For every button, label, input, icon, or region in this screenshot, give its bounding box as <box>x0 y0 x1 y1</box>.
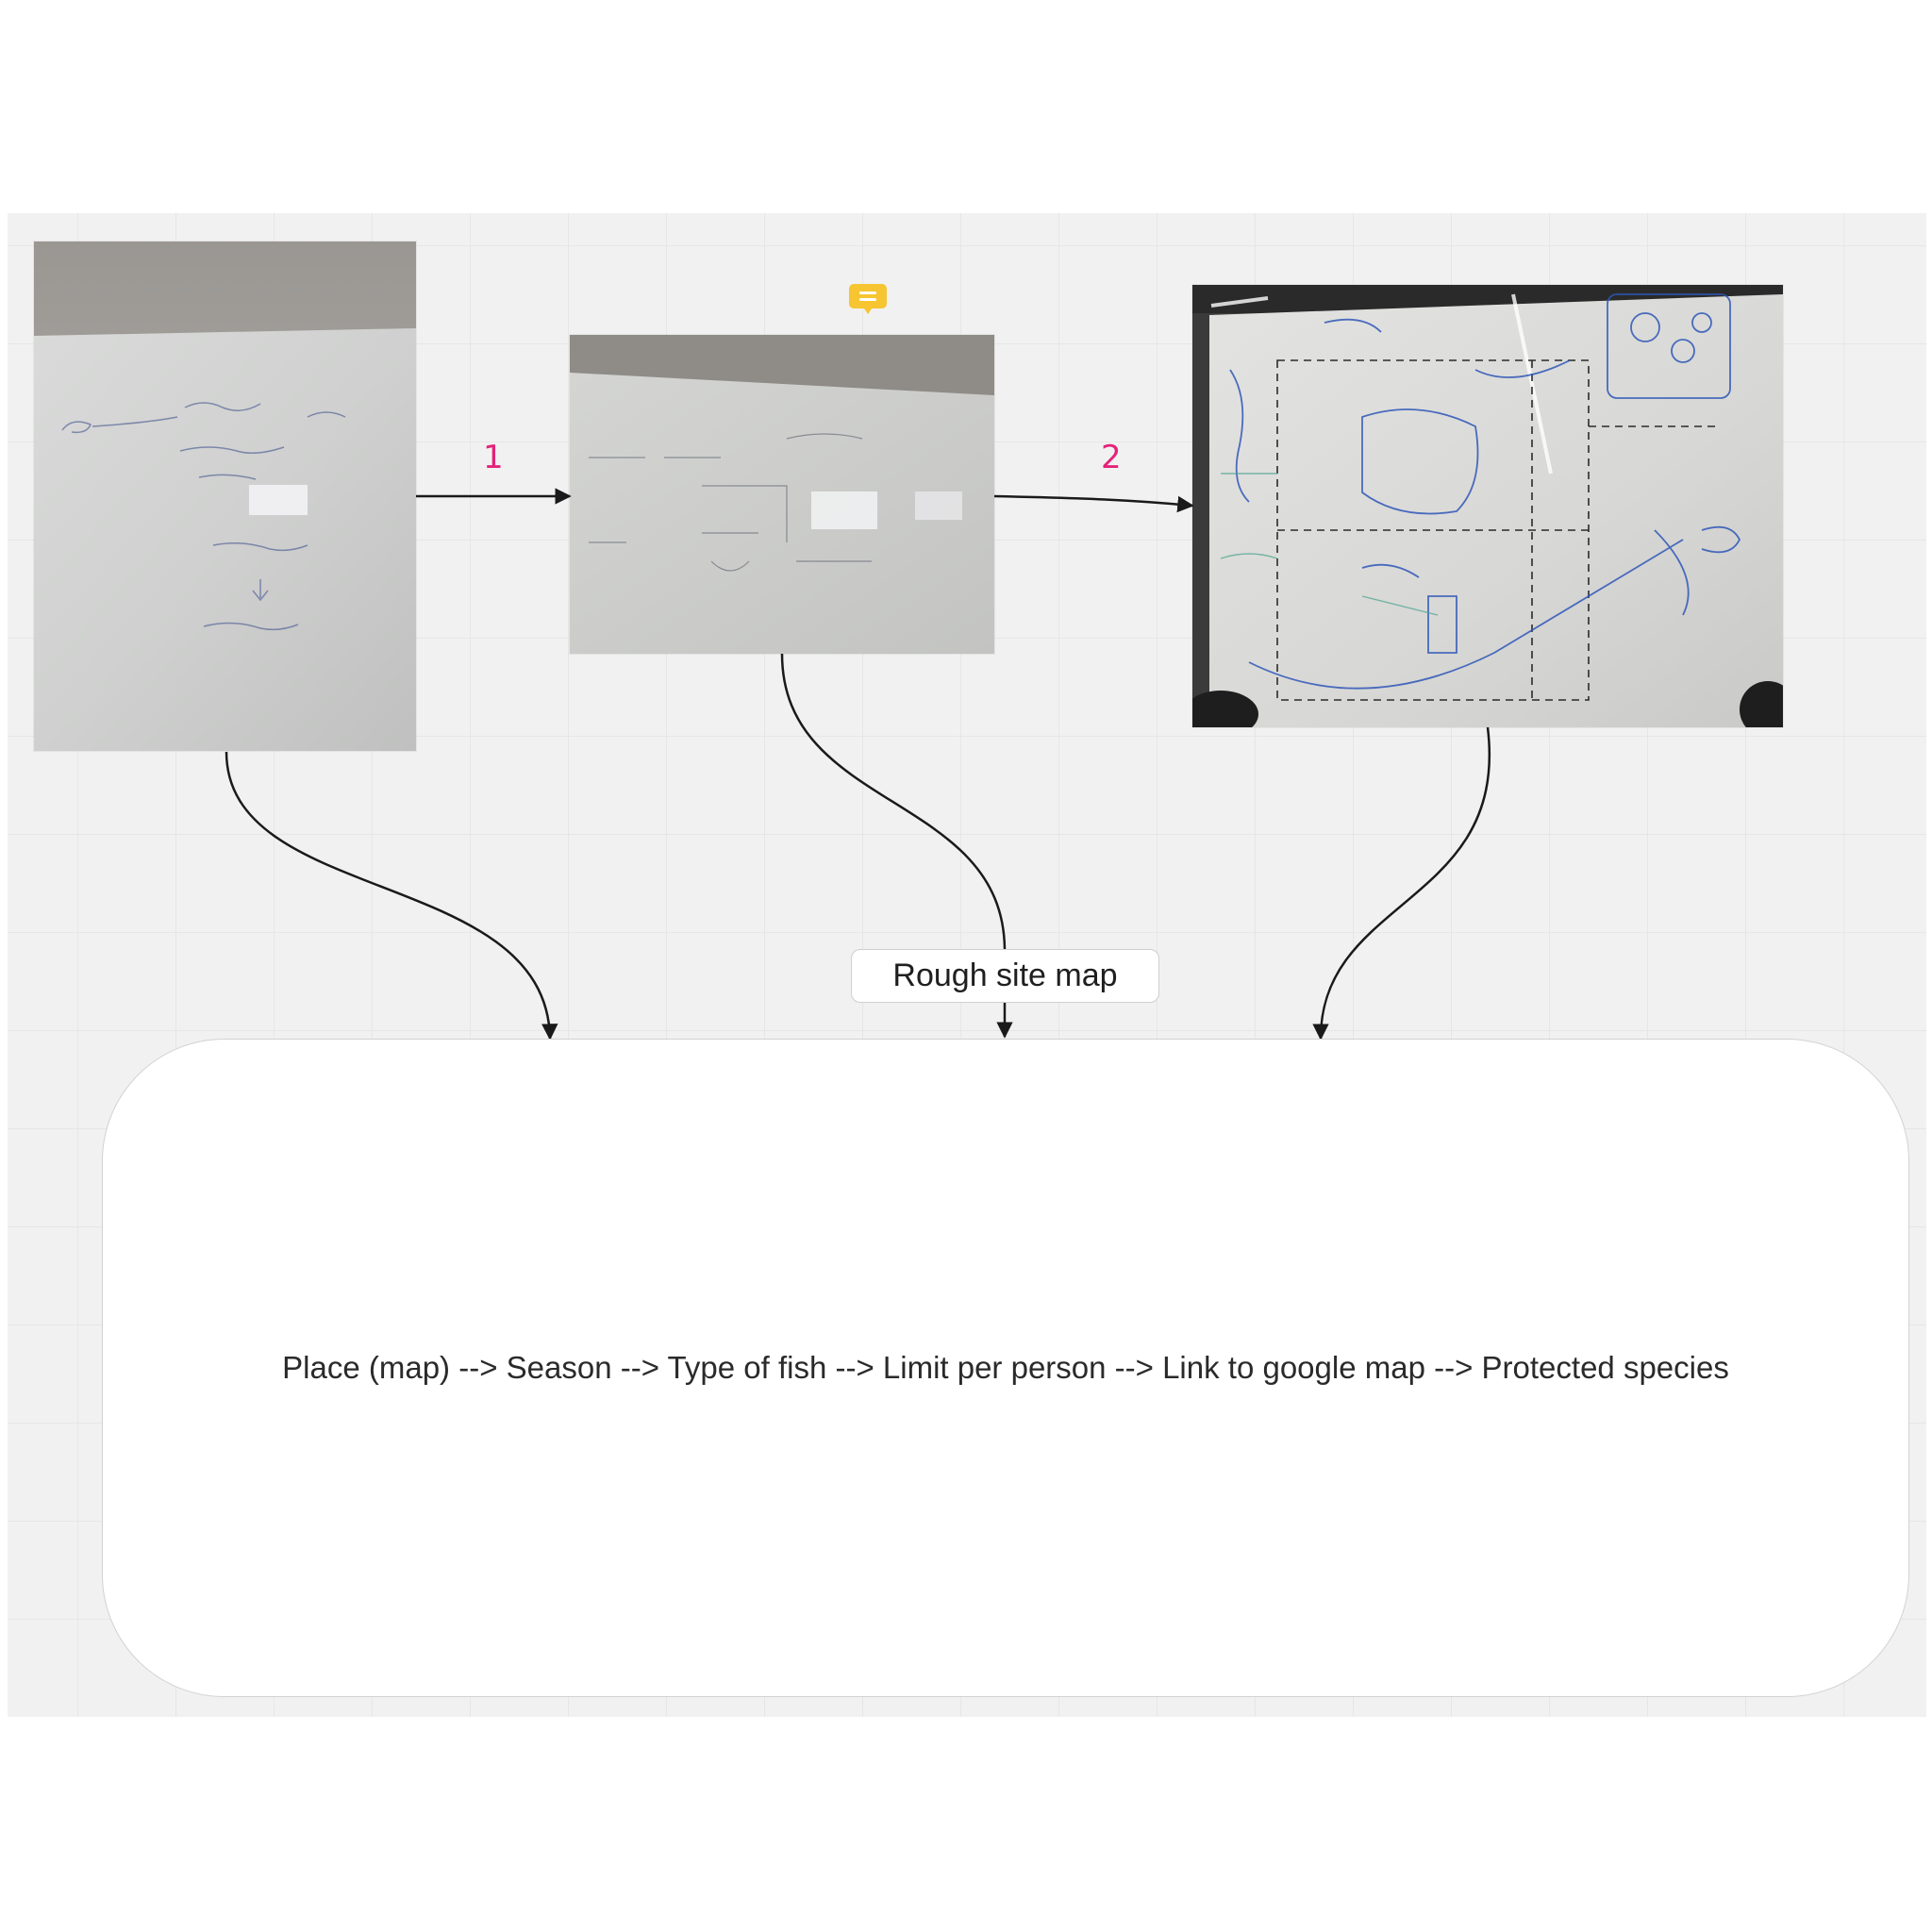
step-1-label: 1 <box>483 439 504 476</box>
step-2-label: 2 <box>1101 439 1122 476</box>
whiteboard-photo-middle[interactable] <box>570 335 994 654</box>
rough-site-map-label[interactable]: Rough site map <box>851 949 1159 1003</box>
whiteboard-photo-right[interactable] <box>1192 285 1783 727</box>
flow-sticky-shape[interactable]: Place (map) --> Season --> Type of fish … <box>102 1039 1909 1697</box>
whiteboard-photo-left[interactable] <box>34 242 416 751</box>
comment-icon[interactable] <box>848 282 888 316</box>
flow-text: Place (map) --> Season --> Type of fish … <box>282 1350 1729 1385</box>
